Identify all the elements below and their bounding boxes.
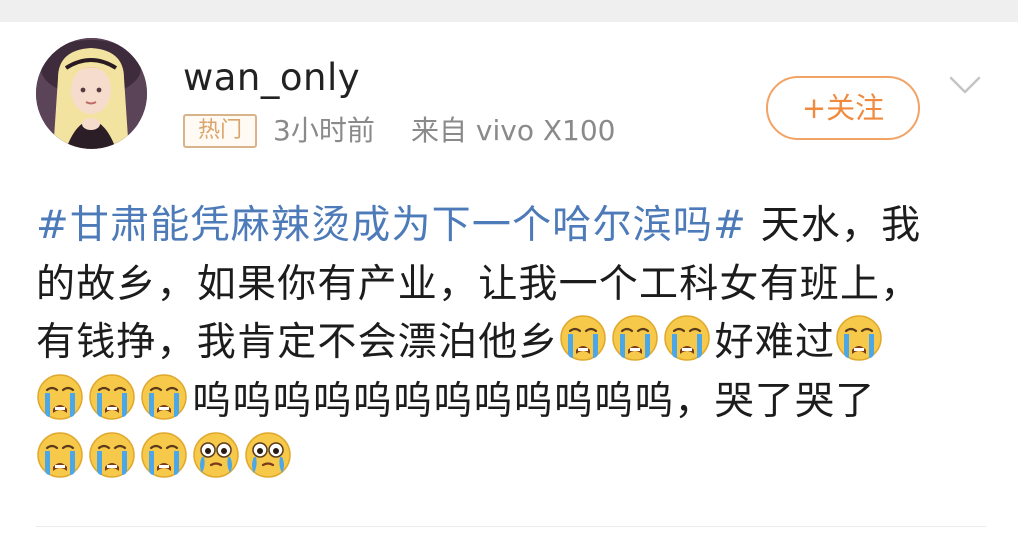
hashtag-link[interactable]: #甘肃能凭麻辣烫成为下一个哈尔滨吗#: [36, 203, 747, 248]
post-text: #甘肃能凭麻辣烫成为下一个哈尔滨吗# 天水，我 的故乡，如果你有产业，让我一个工…: [36, 197, 986, 490]
post-line-4: 呜呜呜呜呜呜呜呜呜呜呜呜，哭了哭了: [36, 373, 986, 432]
post-line-2: 的故乡，如果你有产业，让我一个工科女有班上，: [36, 261, 921, 307]
avatar[interactable]: [36, 38, 147, 149]
avatar-image: [36, 38, 147, 149]
post-line-3-tail: 好难过: [714, 320, 836, 365]
post-line-3-text: 有钱挣，我肯定不会漂泊他乡: [36, 320, 559, 365]
follow-button[interactable]: +关注: [766, 76, 920, 140]
post-source: 来自 vivo X100: [411, 114, 616, 147]
loudly-crying-face-icon: [140, 431, 188, 479]
loudly-crying-face-icon: [835, 314, 883, 362]
divider: [36, 526, 986, 527]
post-time: 3小时前: [273, 114, 375, 147]
teary-eyes-face-icon: [192, 431, 240, 479]
post-line-1: #甘肃能凭麻辣烫成为下一个哈尔滨吗# 天水，我: [36, 197, 986, 256]
loudly-crying-face-icon: [140, 373, 188, 421]
hot-badge: 热门: [183, 114, 257, 148]
loudly-crying-face-icon: [88, 431, 136, 479]
post-line-5: [36, 431, 986, 490]
loudly-crying-face-icon: [611, 314, 659, 362]
post-line-3: 有钱挣，我肯定不会漂泊他乡 好难过: [36, 314, 986, 373]
loudly-crying-face-icon: [36, 431, 84, 479]
loudly-crying-face-icon: [663, 314, 711, 362]
chevron-down-icon[interactable]: [947, 72, 983, 98]
teary-eyes-face-icon: [244, 431, 292, 479]
username[interactable]: wan_only: [183, 56, 360, 100]
post-line-4-text: 呜呜呜呜呜呜呜呜呜呜呜呜，哭了哭了: [192, 378, 876, 424]
loudly-crying-face-icon: [559, 314, 607, 362]
loudly-crying-face-icon: [88, 373, 136, 421]
loudly-crying-face-icon: [36, 373, 84, 421]
post-line-1-text: 天水，我: [746, 203, 922, 248]
